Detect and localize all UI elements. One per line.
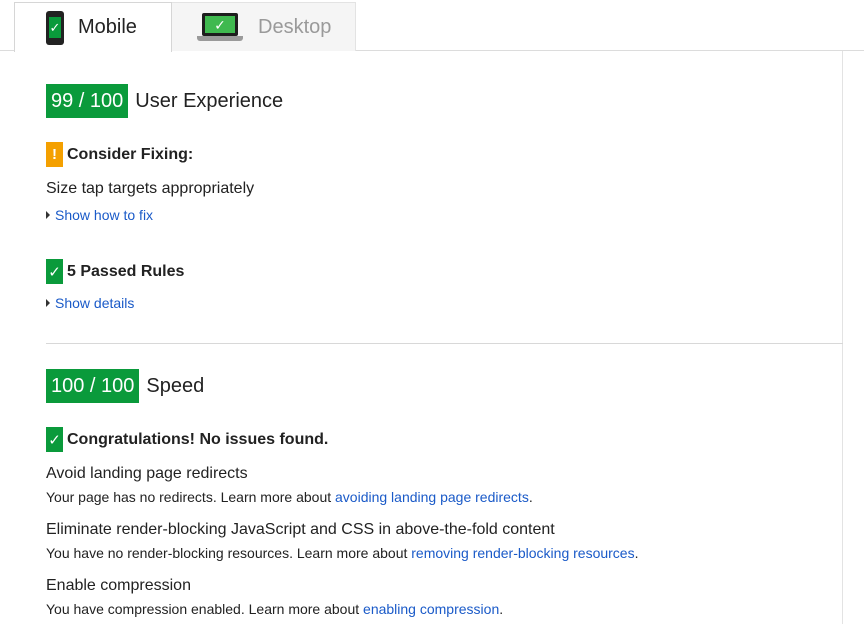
ux-title: User Experience: [135, 89, 284, 112]
learn-more-link[interactable]: enabling compression: [363, 601, 499, 617]
show-how-to-fix-link[interactable]: Show how to fix: [46, 207, 153, 223]
content-border: [842, 51, 843, 624]
speed-title: Speed: [146, 374, 205, 397]
congrats-label: Congratulations! No issues found.: [67, 430, 329, 448]
rule-tap-targets: Size tap targets appropriately: [46, 180, 255, 197]
laptop-icon: ✓: [197, 13, 243, 41]
learn-more-link[interactable]: removing render-blocking resources: [411, 545, 634, 561]
item-title: Avoid landing page redirects: [46, 465, 248, 482]
caret-right-icon: [46, 299, 50, 307]
passed-rules-header: ✓ 5 Passed Rules: [46, 259, 184, 284]
ux-score-badge: 99 / 100: [46, 84, 129, 118]
consider-fixing-label: Consider Fixing:: [67, 145, 194, 163]
device-tabbar: ✓ Mobile ✓ Desktop: [0, 0, 864, 52]
warning-icon: !: [46, 142, 63, 167]
consider-fixing-header: ! Consider Fixing:: [46, 142, 193, 167]
check-icon: ✓: [46, 259, 63, 284]
phone-icon: ✓: [46, 10, 64, 45]
show-details-link[interactable]: Show details: [46, 295, 134, 311]
show-details-label: Show details: [55, 295, 135, 311]
speed-score-badge: 100 / 100: [46, 369, 140, 403]
speed-item-redirects: Avoid landing page redirects Your page h…: [46, 465, 533, 505]
ux-score-row: 99 / 100 User Experience: [46, 84, 283, 118]
section-divider: [46, 343, 843, 344]
item-description: Your page has no redirects. Learn more a…: [46, 489, 533, 505]
speed-item-compression: Enable compression You have compression …: [46, 577, 503, 617]
passed-rules-label: 5 Passed Rules: [67, 262, 185, 280]
tab-mobile[interactable]: ✓ Mobile: [14, 2, 172, 52]
speed-score-row: 100 / 100 Speed: [46, 369, 204, 403]
caret-right-icon: [46, 211, 50, 219]
item-title: Eliminate render-blocking JavaScript and…: [46, 521, 555, 538]
speed-item-render-blocking: Eliminate render-blocking JavaScript and…: [46, 521, 638, 561]
item-description: You have no render-blocking resources. L…: [46, 545, 639, 561]
item-description: You have compression enabled. Learn more…: [46, 601, 504, 617]
item-title: Enable compression: [46, 577, 191, 594]
show-how-to-fix-label: Show how to fix: [55, 207, 154, 223]
tab-desktop-label: Desktop: [258, 15, 332, 38]
check-icon: ✓: [46, 427, 63, 452]
tab-desktop[interactable]: ✓ Desktop: [171, 2, 356, 51]
learn-more-link[interactable]: avoiding landing page redirects: [335, 489, 529, 505]
congrats-header: ✓ Congratulations! No issues found.: [46, 427, 328, 452]
tab-mobile-label: Mobile: [78, 16, 137, 38]
